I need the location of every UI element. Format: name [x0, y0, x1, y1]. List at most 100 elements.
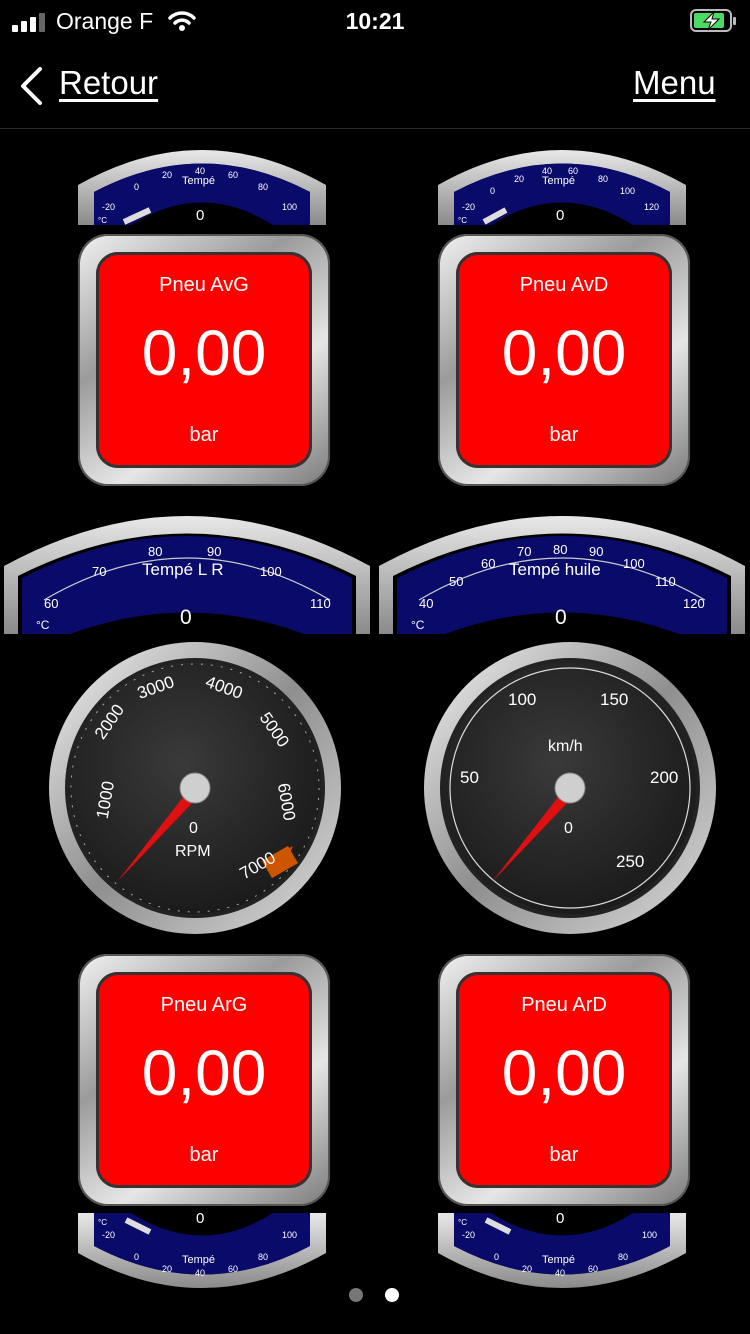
tile-face: Pneu ArG 0,00 bar	[96, 972, 312, 1188]
tile-value: 0,00	[501, 1037, 627, 1109]
small-gauge-value: 0	[556, 207, 565, 224]
tile-label: Pneu AvG	[159, 274, 249, 296]
page-dot[interactable]	[349, 1288, 363, 1302]
tile-value: 0,00	[501, 317, 627, 389]
tile-label: Pneu AvD	[519, 274, 609, 296]
tick-label: 0	[490, 186, 496, 196]
tile-unit: bar	[189, 424, 219, 446]
tick-label: 100	[260, 564, 282, 579]
page-dot-active[interactable]	[385, 1288, 399, 1302]
tile-face: Pneu AvG 0,00 bar	[96, 252, 312, 468]
small-gauge-unit: °C	[98, 216, 107, 225]
speed-unit: km/h	[548, 738, 583, 755]
tick-label: 80	[148, 544, 163, 559]
tick-label: 80	[598, 174, 609, 184]
small-gauge-label: Tempé	[182, 1254, 216, 1266]
tick-label: 0	[494, 1252, 500, 1262]
tick-label: 70	[92, 564, 107, 579]
status-bar: Orange F 10:21	[0, 0, 750, 44]
tick-label: 60	[568, 166, 579, 176]
small-gauge-label: Tempé	[542, 1254, 576, 1266]
tick-label: 150	[600, 690, 629, 709]
tick-label: 120	[644, 202, 660, 212]
tick-label: 80	[258, 1252, 269, 1262]
tick-label: 90	[207, 544, 222, 559]
large-gauge-value: 0	[555, 606, 567, 629]
tick-label: 100	[282, 1230, 298, 1240]
tire-pressure-tile-rear-right: Pneu ArD 0,00 bar	[438, 954, 690, 1206]
tick-label: 80	[258, 182, 269, 192]
tick-label: -20	[462, 202, 476, 212]
small-temp-gauge: 0 °C -20 0 20 40 60 80 100 Tempé	[78, 1208, 326, 1312]
tick-label: 40	[555, 1268, 566, 1278]
speed-value: 0	[564, 820, 573, 837]
tile-unit: bar	[549, 1144, 579, 1166]
large-gauge-label: Tempé huile	[509, 560, 601, 579]
tick-label: 100	[508, 690, 537, 709]
tick-label: 50	[460, 768, 479, 787]
tile-face: Pneu AvD 0,00 bar	[456, 252, 672, 468]
tick-label: -20	[102, 202, 116, 212]
large-gauge-unit: °C	[36, 618, 50, 632]
small-gauge-value: 0	[196, 207, 205, 224]
tick-label: 70	[517, 544, 532, 559]
tick-label: 60	[228, 1264, 239, 1274]
clock: 10:21	[345, 8, 405, 34]
rpm-unit: RPM	[175, 843, 211, 860]
large-gauge-label: Tempé L R	[142, 560, 224, 579]
speed-dial	[424, 642, 716, 934]
small-gauge-value: 0	[556, 1210, 565, 1227]
menu-button[interactable]: Menu	[633, 64, 716, 102]
tile-unit: bar	[549, 424, 579, 446]
small-gauge-value: 0	[196, 1210, 205, 1227]
small-gauge-unit: °C	[458, 1218, 467, 1227]
large-gauge-value: 0	[180, 606, 192, 629]
tick-label: 60	[481, 556, 496, 571]
tire-pressure-tile-rear-left: Pneu ArG 0,00 bar	[78, 954, 330, 1206]
tick-label: 80	[553, 542, 568, 557]
tick-label: 50	[449, 574, 464, 589]
tick-label: 100	[282, 202, 298, 212]
tick-label: 20	[522, 1264, 533, 1274]
rpm-gauge: 1000 2000 3000 4000 5000 6000 7000 0 RPM	[47, 640, 343, 936]
tile-label: Pneu ArG	[160, 994, 248, 1016]
chevron-left-icon	[21, 67, 42, 105]
tile-value: 0,00	[141, 317, 267, 389]
large-gauge-unit: °C	[411, 618, 425, 632]
tick-label: 40	[419, 596, 434, 611]
small-temp-gauge: Tempé °C -20 0 20 40 60 80 100 120 0	[438, 130, 686, 230]
tire-pressure-tile-front-right: Pneu AvD 0,00 bar	[438, 234, 690, 486]
tick-label: 20	[514, 174, 525, 184]
small-gauge-label: Tempé	[182, 175, 216, 187]
tick-label: 110	[310, 596, 331, 611]
small-temp-gauge: 0 °C -20 0 20 40 60 80 100 Tempé	[438, 1208, 686, 1312]
rpm-value: 0	[189, 820, 198, 837]
tick-label: 60	[228, 170, 239, 180]
tick-label: 60	[44, 596, 59, 611]
tick-label: 200	[650, 768, 679, 787]
tick-label: 40	[542, 166, 553, 176]
small-temp-gauge: Tempé °C -20 0 20 40 60 80 100 0	[78, 130, 326, 230]
rpm-dial	[49, 642, 341, 934]
back-label: Retour	[59, 64, 159, 101]
tick-label: 40	[195, 1268, 206, 1278]
tick-label: 100	[620, 186, 636, 196]
tick-label: 0	[134, 182, 140, 192]
tick-label: 110	[655, 574, 676, 589]
battery-charging-icon	[690, 9, 736, 32]
speed-gauge: 50 100 150 200 250 km/h 0	[422, 640, 718, 936]
tick-label: 0	[134, 1252, 140, 1262]
tick-label: 40	[195, 166, 206, 176]
page-indicator[interactable]	[340, 1285, 410, 1305]
tick-label: -20	[102, 1230, 116, 1240]
navigation-bar: Retour Menu	[0, 44, 750, 129]
tick-label: -20	[462, 1230, 476, 1240]
tick-label: 120	[683, 596, 705, 611]
large-temp-gauge-oil: Tempé huile °C 40 50 60 70 80 90 100 110…	[379, 496, 745, 638]
tick-label: 60	[588, 1264, 599, 1274]
tick-label: 90	[589, 544, 604, 559]
tile-face: Pneu ArD 0,00 bar	[456, 972, 672, 1188]
tick-label: 250	[616, 852, 645, 871]
tire-pressure-tile-front-left: Pneu AvG 0,00 bar	[78, 234, 330, 486]
back-button[interactable]: Retour	[14, 60, 164, 110]
